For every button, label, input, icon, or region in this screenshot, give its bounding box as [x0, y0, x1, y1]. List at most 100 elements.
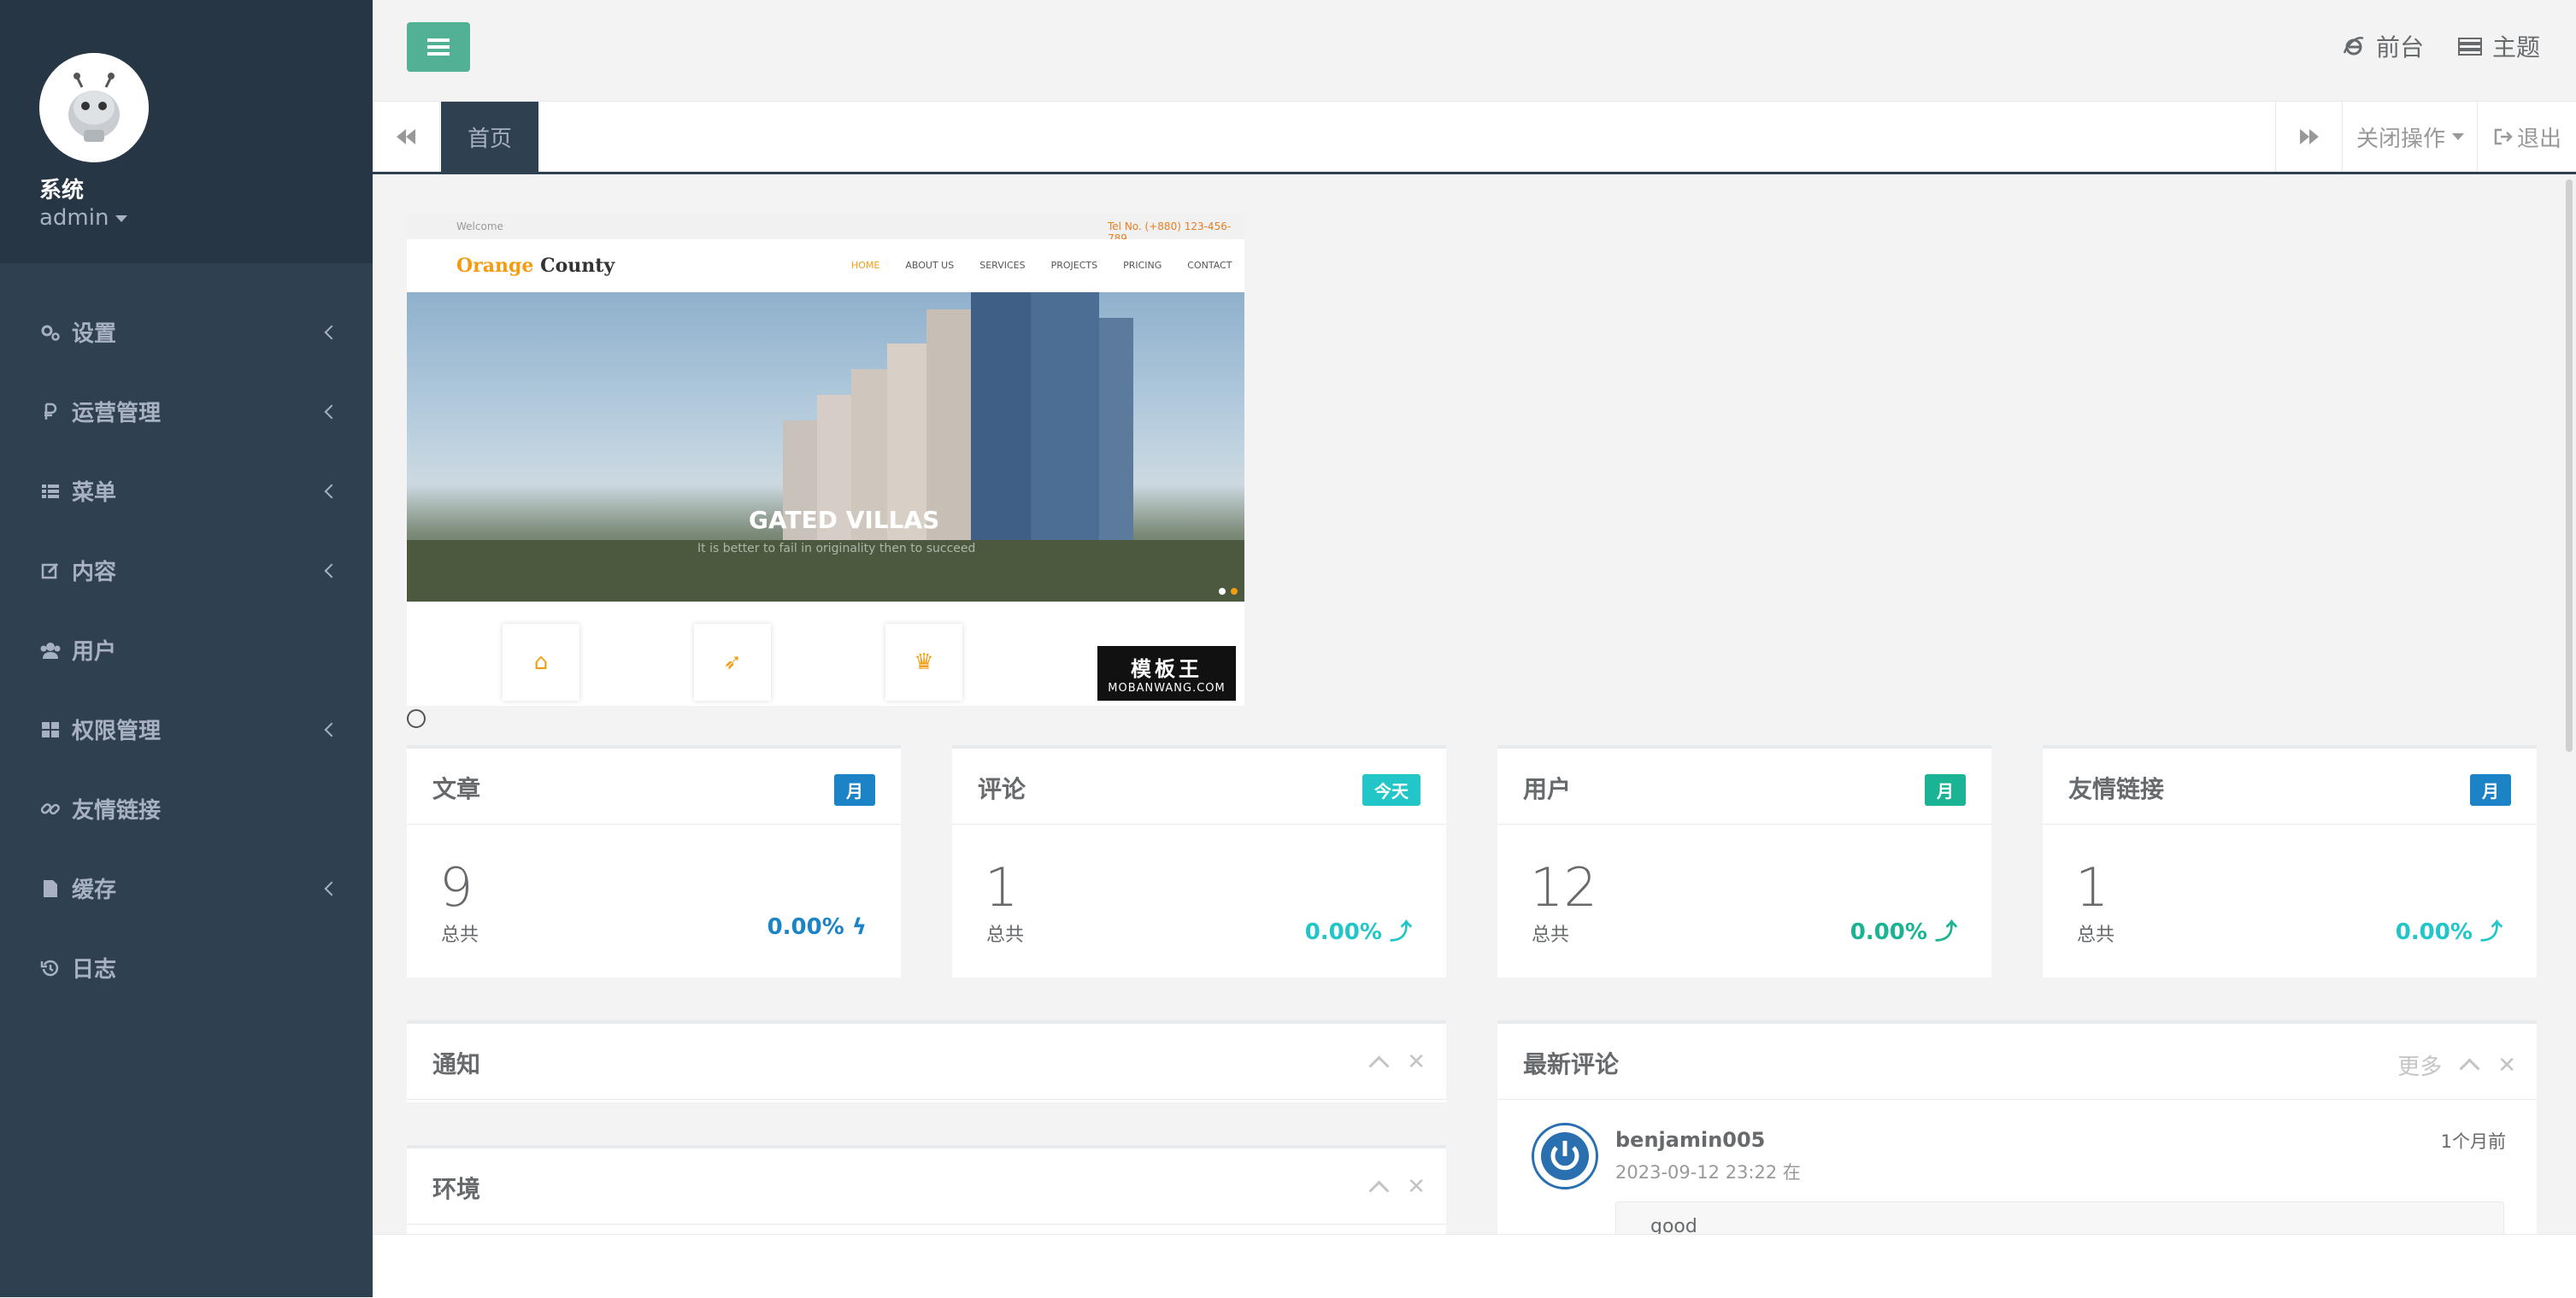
sidebar-item-cache[interactable]: 缓存	[0, 849, 373, 928]
preview-top-line: Welcome Tel No. (+880) 123-456-789	[407, 214, 1244, 244]
close-operations-dropdown[interactable]: 关闭操作	[2342, 102, 2478, 172]
profile-name: 系统	[39, 178, 85, 203]
link-icon	[39, 798, 62, 820]
theme-link-label: 主题	[2491, 33, 2540, 62]
panel-title: 环境	[432, 1175, 481, 1203]
preview-menu-item: CONTACT	[1187, 260, 1232, 271]
sidebar-item-label: 菜单	[72, 480, 117, 506]
chevron-left-icon	[324, 722, 339, 737]
level-up-icon: ⤴	[1389, 919, 1412, 945]
preview-menu-item: SERVICES	[979, 260, 1026, 271]
panel-title: 通知	[432, 1050, 481, 1078]
footer-bar	[373, 1234, 2576, 1298]
comment-ago: 1个月前	[2440, 1131, 2506, 1152]
profile-user-dropdown[interactable]: admin	[39, 205, 128, 231]
profile-user-label: admin	[39, 205, 109, 231]
stat-value: 1	[985, 856, 1019, 919]
logout-button[interactable]: 退出	[2477, 102, 2576, 172]
sidebar-item-users[interactable]: 用户	[0, 610, 373, 690]
stat-badge: 月	[2470, 774, 2511, 806]
theme-link[interactable]: 主题	[2457, 29, 2540, 63]
toggle-sidebar-button[interactable]	[407, 22, 470, 72]
tab-scroll-left-button[interactable]	[373, 102, 440, 172]
sidebar-item-operations[interactable]: 运营管理	[0, 372, 373, 451]
edit-icon	[39, 560, 62, 582]
stat-percent-value: 0.00%	[1850, 919, 1927, 945]
sidebar-item-label: 缓存	[72, 878, 117, 903]
tab-scroll-right-button[interactable]	[2275, 102, 2343, 172]
preview-menu-item: PROJECTS	[1050, 260, 1098, 271]
sidebar-item-content[interactable]: 内容	[0, 531, 373, 610]
avatar[interactable]	[39, 53, 149, 162]
sidebar-nav: 设置 运营管理 菜单 内容 用户 权限管理 友情链接 缓存 日志	[0, 292, 373, 1007]
sidebar-item-permissions[interactable]: 权限管理	[0, 690, 373, 769]
sidebar-item-label: 友情链接	[72, 798, 162, 824]
preview-hero: GATED VILLAS It is better to fail in ori…	[407, 292, 1244, 602]
stat-subtitle: 总共	[441, 925, 479, 946]
backward-icon	[397, 129, 415, 144]
gears-icon	[39, 321, 62, 344]
frontend-link-label: 前台	[2375, 33, 2424, 62]
sidebar-item-settings[interactable]: 设置	[0, 292, 373, 372]
sidebar-item-label: 设置	[72, 321, 117, 347]
collapse-icon[interactable]	[1368, 1179, 1390, 1201]
home-icon: ⌂	[503, 624, 579, 701]
collapse-icon[interactable]	[2459, 1058, 2480, 1079]
sidebar-item-menu[interactable]: 菜单	[0, 451, 373, 531]
main-content: Welcome Tel No. (+880) 123-456-789 Orang…	[373, 174, 2542, 1234]
commenter-name[interactable]: benjamin005	[1615, 1128, 1765, 1152]
caret-down-icon	[115, 214, 128, 222]
preview-menu-item: HOME	[851, 260, 880, 271]
tab-home[interactable]: 首页	[441, 102, 538, 172]
commenter-avatar[interactable]	[1532, 1123, 1598, 1189]
sidebar-item-logs[interactable]: 日志	[0, 928, 373, 1007]
stat-card-header: 评论 今天	[952, 749, 1446, 825]
more-link[interactable]: 更多	[2397, 1049, 2442, 1081]
stat-percent: 0.00% ⤴	[1850, 914, 1957, 946]
sidebar-item-links[interactable]: 友情链接	[0, 769, 373, 849]
chevron-left-icon	[324, 563, 339, 578]
preview-hero-title: GATED VILLAS	[749, 506, 940, 534]
preview-hero-subtitle: It is better to fail in originality then…	[697, 542, 976, 555]
stat-percent-value: 0.00%	[1304, 919, 1382, 945]
power-icon	[1541, 1132, 1589, 1180]
panel-tools: ✕	[1368, 1174, 1426, 1201]
preview-brand-rest: County	[540, 255, 615, 277]
trophy-icon: ♛	[885, 624, 962, 701]
content-tabs: 首页 关闭操作 退出	[373, 102, 2576, 174]
notice-panel: 通知 ✕	[407, 1020, 1446, 1102]
sidebar-item-label: 运营管理	[72, 401, 162, 426]
panel-header: 最新评论 更多 ✕	[1497, 1024, 2537, 1100]
chevron-left-icon	[324, 325, 339, 339]
stat-card-header: 文章 月	[407, 749, 901, 825]
profile-block: 系统 admin	[0, 0, 373, 263]
close-icon[interactable]: ✕	[2497, 1053, 2516, 1078]
stat-card-comments: 评论 今天 1 总共 0.00% ⤴	[952, 745, 1446, 978]
content-scrollbar[interactable]	[2566, 179, 2573, 752]
comment-body: good	[1615, 1201, 2504, 1234]
stat-percent: 0.00% ϟ	[768, 914, 867, 940]
preview-menu: HOME ABOUT US SERVICES PROJECTS PRICING …	[851, 260, 1232, 271]
stat-subtitle: 总共	[1532, 925, 1570, 946]
preview-menu-item: ABOUT US	[905, 260, 955, 271]
forward-icon	[2300, 129, 2319, 144]
radio-button[interactable]	[407, 709, 426, 728]
chevron-left-icon	[324, 484, 339, 498]
close-icon[interactable]: ✕	[1407, 1174, 1426, 1200]
preview-menu-item: PRICING	[1123, 260, 1162, 271]
frontend-link[interactable]: 前台	[2342, 29, 2424, 63]
level-up-icon: ⤴	[2479, 919, 2502, 945]
comment-time: 2023-09-12 23:22 在	[1615, 1162, 1801, 1183]
logout-label: 退出	[2516, 126, 2561, 152]
grid-icon	[39, 719, 62, 741]
collapse-icon[interactable]	[1368, 1054, 1390, 1077]
caret-down-icon	[2452, 133, 2464, 140]
list-icon	[39, 480, 62, 502]
watermark-logo: 模板王 MOBANWANG.COM	[1097, 646, 1236, 701]
stat-value: 12	[1530, 856, 1597, 919]
latest-comments-panel: 最新评论 更多 ✕ benjamin005 2023-09-12 23:22 在…	[1497, 1020, 2537, 1234]
preview-brand-logo: Orange County	[456, 255, 615, 277]
stat-card-header: 友情链接 月	[2043, 749, 2537, 825]
close-icon[interactable]: ✕	[1407, 1049, 1426, 1075]
users-icon	[39, 639, 62, 661]
